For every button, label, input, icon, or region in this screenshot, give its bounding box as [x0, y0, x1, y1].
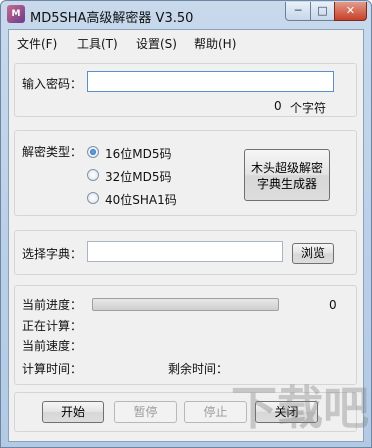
progress-bar	[92, 298, 279, 311]
dictionary-input[interactable]	[87, 241, 283, 262]
remaining-time-label: 剩余时间：	[168, 362, 229, 376]
close-window-button[interactable]: ✕	[334, 2, 367, 21]
password-group: 输入密码： 0 个字符	[14, 63, 357, 117]
radio-md5-16[interactable]	[87, 146, 99, 158]
computing-label: 正在计算：	[22, 319, 83, 333]
minimize-button[interactable]: ─	[285, 2, 311, 21]
progress-label: 当前进度：	[22, 298, 83, 312]
radio-sha1-40[interactable]	[87, 192, 99, 204]
speed-label: 当前速度：	[22, 339, 83, 353]
maximize-button[interactable]: □	[310, 2, 335, 21]
option-md5-16-label[interactable]: 16位MD5码	[105, 145, 172, 162]
dictionary-group: 选择字典： 浏览	[14, 230, 357, 275]
char-count-unit: 个字符	[290, 101, 327, 115]
generator-line-1: 木头超级解密	[250, 161, 323, 175]
radio-md5-32[interactable]	[87, 169, 99, 181]
menu-help[interactable]: 帮助(H)	[194, 35, 236, 52]
progress-value: 0	[329, 298, 337, 312]
decrypt-type-group: 解密类型： 16位MD5码 32位MD5码 40位SHA1码 木头超级解密 字典…	[14, 130, 357, 216]
title-bar[interactable]: M MD5SHA高级解密器 V3.50 ─ □ ✕	[1, 1, 371, 29]
menu-file[interactable]: 文件(F)	[17, 35, 57, 52]
browse-button[interactable]: 浏览	[292, 243, 334, 264]
menu-bar: 文件(F) 工具(T) 设置(S) 帮助(H)	[9, 30, 363, 52]
option-md5-32-label[interactable]: 32位MD5码	[105, 168, 172, 185]
password-input[interactable]	[87, 71, 334, 92]
option-sha1-40-label[interactable]: 40位SHA1码	[105, 191, 177, 208]
password-field[interactable]	[88, 72, 333, 91]
generator-line-2: 字典生成器	[256, 177, 317, 191]
app-window: M MD5SHA高级解密器 V3.50 ─ □ ✕ 文件(F) 工具(T) 设置…	[0, 0, 372, 448]
char-count-value: 0	[274, 99, 282, 113]
dictionary-generator-button[interactable]: 木头超级解密 字典生成器	[244, 149, 330, 201]
start-button[interactable]: 开始	[42, 401, 104, 423]
watermark-text: 下载吧	[231, 381, 369, 435]
window-title: MD5SHA高级解密器 V3.50	[30, 11, 194, 26]
password-label: 输入密码：	[22, 77, 83, 91]
elapsed-time-label: 计算时间：	[22, 362, 83, 376]
dictionary-label: 选择字典：	[22, 247, 83, 261]
watermark-logo: 下载吧	[231, 381, 369, 435]
pause-button[interactable]: 暂停	[114, 401, 177, 423]
decrypt-type-label: 解密类型：	[22, 145, 83, 159]
menu-tools[interactable]: 工具(T)	[77, 35, 118, 52]
dictionary-path-field[interactable]	[88, 242, 282, 261]
menu-settings[interactable]: 设置(S)	[136, 35, 177, 52]
app-icon: M	[7, 5, 25, 23]
